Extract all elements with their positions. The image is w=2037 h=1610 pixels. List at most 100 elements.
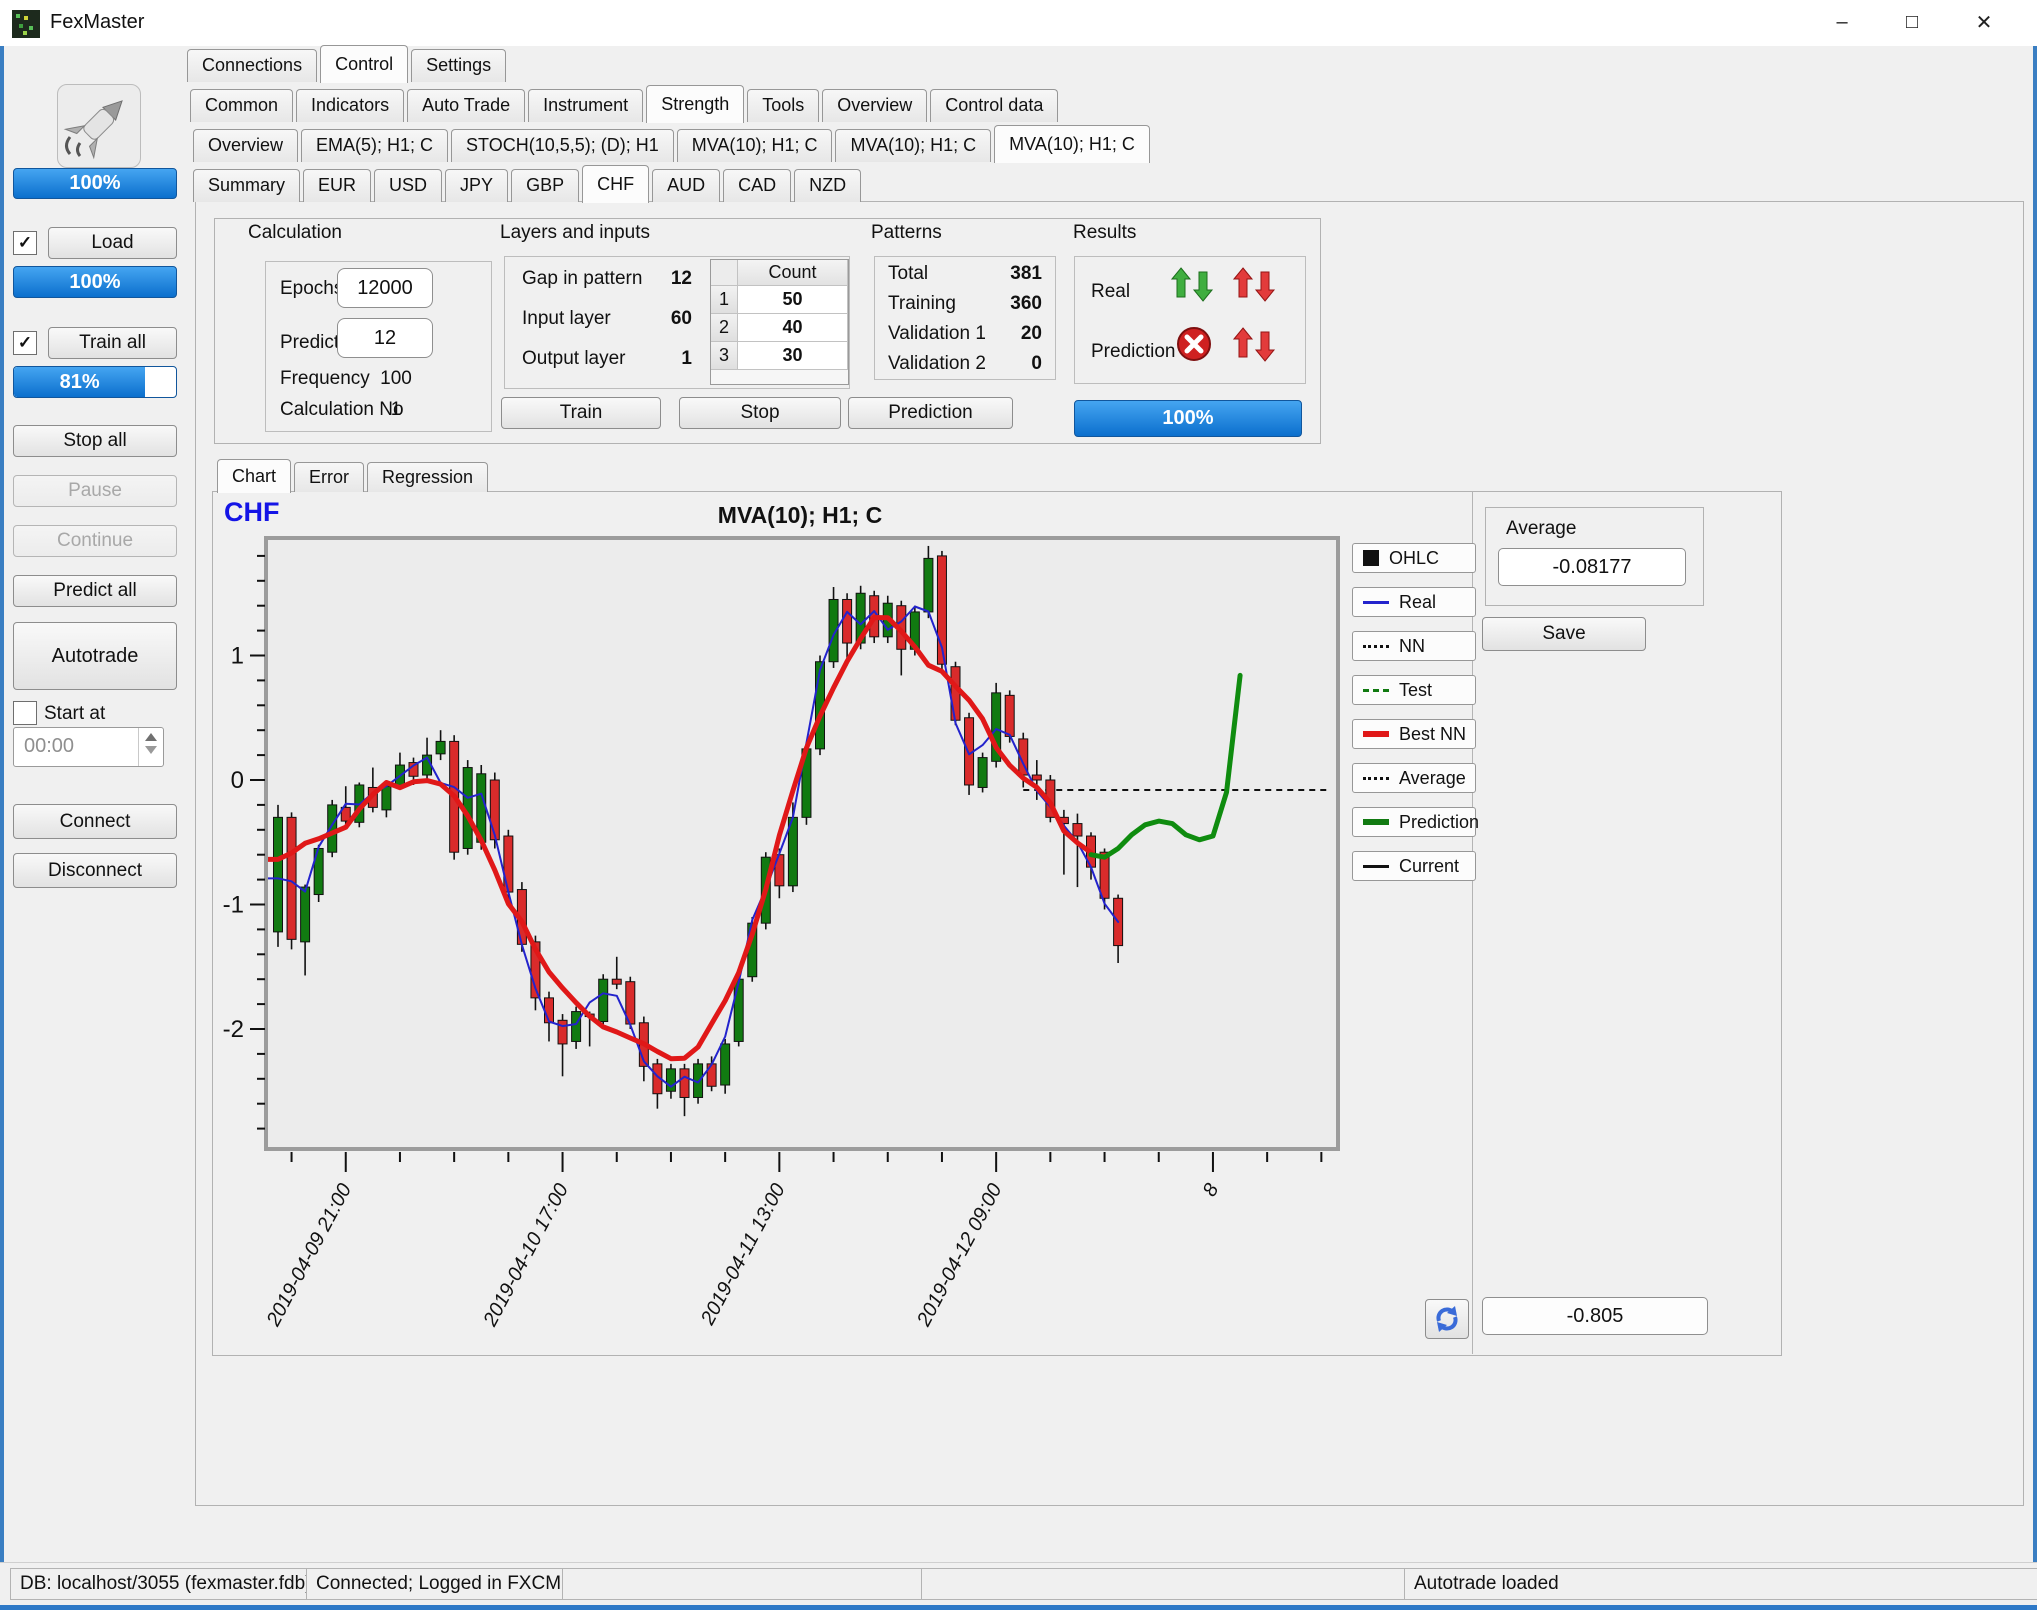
legend-label: Prediction [1399, 812, 1479, 833]
patterns-rows: Total381Training360Validation 120Validat… [875, 257, 1055, 379]
pause-button[interactable]: Pause [13, 475, 177, 507]
tab-indicators[interactable]: Indicators [296, 89, 404, 122]
tab-mva-10-h1-c[interactable]: MVA(10); H1; C [994, 125, 1150, 163]
spin-down-icon[interactable] [145, 746, 157, 754]
red-up-down-arrows-icon [1233, 325, 1279, 363]
app-window: FexMaster – □ ✕ 100% ✓ Load 100% ✓ Train… [0, 0, 2037, 1610]
tab-instrument[interactable]: Instrument [528, 89, 643, 122]
start-time-spinner[interactable]: 00:00 [13, 727, 164, 767]
tab-common[interactable]: Common [190, 89, 293, 122]
legend-item-ohlc[interactable]: OHLC [1352, 543, 1476, 573]
tab-mva-10-h1-c[interactable]: MVA(10); H1; C [835, 129, 991, 162]
tab-overview[interactable]: Overview [822, 89, 927, 122]
tab-usd[interactable]: USD [374, 169, 442, 202]
train-all-button[interactable]: Train all [48, 327, 177, 359]
layers-rows: Gap in pattern12Input layer60Output laye… [509, 259, 705, 379]
train-progress-fill: 81% [14, 367, 145, 397]
count-row-1: 150 [711, 286, 848, 314]
status-panel-3 [921, 1568, 1406, 1600]
load-checkbox[interactable]: ✓ [13, 231, 37, 255]
tab-control-data[interactable]: Control data [930, 89, 1058, 122]
patterns-title: Patterns [871, 222, 942, 244]
start-at-checkbox[interactable] [13, 701, 37, 725]
count-value-cell[interactable]: 30 [738, 342, 848, 370]
legend-label: Best NN [1399, 724, 1466, 745]
predictions-input[interactable]: 12 [337, 318, 433, 358]
save-button[interactable]: Save [1482, 617, 1646, 651]
test-swatch-icon [1363, 689, 1389, 692]
legend-item-current[interactable]: Current [1352, 851, 1476, 881]
status-panel-connected-logged-in-fxcm: Connected; Logged in FXCM [306, 1568, 574, 1600]
count-row-index: 2 [711, 314, 738, 342]
maximize-button[interactable]: □ [1889, 4, 1935, 40]
count-header[interactable]: Count [738, 260, 848, 286]
tab-nzd[interactable]: NZD [794, 169, 861, 202]
load-button[interactable]: Load [48, 227, 177, 259]
legend-item-best-nn[interactable]: Best NN [1352, 719, 1476, 749]
app-icon [12, 10, 40, 38]
tab-settings[interactable]: Settings [411, 49, 506, 82]
tab-summary[interactable]: Summary [193, 169, 300, 202]
epochs-input[interactable]: 12000 [337, 268, 433, 308]
count-value-cell[interactable]: 40 [738, 314, 848, 342]
tab-auto-trade[interactable]: Auto Trade [407, 89, 525, 122]
tab-chf[interactable]: CHF [582, 165, 649, 203]
tab-overview[interactable]: Overview [193, 129, 298, 162]
connect-button[interactable]: Connect [13, 804, 177, 839]
title-bar: FexMaster – □ ✕ [0, 0, 2037, 46]
tab-aud[interactable]: AUD [652, 169, 720, 202]
average-value-box[interactable]: -0.08177 [1498, 548, 1686, 586]
spinner-arrows[interactable] [138, 728, 163, 766]
svg-text:2019-04-12 09:00: 2019-04-12 09:00 [913, 1180, 1007, 1331]
close-button[interactable]: ✕ [1961, 4, 2007, 40]
window-frame [2033, 46, 2037, 1610]
tab-strength[interactable]: Strength [646, 85, 744, 123]
main-tabs: ConnectionsControlSettings [187, 44, 509, 82]
train-button[interactable]: Train [501, 397, 661, 429]
legend-label: Real [1399, 592, 1436, 613]
count-row-index: 1 [711, 286, 738, 314]
svg-text:2019-04-11 13:00: 2019-04-11 13:00 [696, 1180, 789, 1329]
prediction-button[interactable]: Prediction [848, 397, 1013, 429]
tab-ema-5-h1-c[interactable]: EMA(5); H1; C [301, 129, 448, 162]
count-value-cell[interactable]: 50 [738, 286, 848, 314]
predict-all-button[interactable]: Predict all [13, 575, 177, 607]
legend-item-real[interactable]: Real [1352, 587, 1476, 617]
strength-chart: -2-1012019-04-09 21:002019-04-10 17:0020… [212, 495, 1472, 1355]
minimize-button[interactable]: – [1819, 4, 1865, 40]
prediction-swatch-icon [1363, 819, 1389, 825]
tab-cad[interactable]: CAD [723, 169, 791, 202]
tab-chart[interactable]: Chart [217, 459, 291, 493]
autotrade-button[interactable]: Autotrade [13, 622, 177, 690]
tab-error[interactable]: Error [294, 462, 364, 492]
patterns-row-validation-2: Validation 20 [875, 349, 1055, 379]
stop-all-button[interactable]: Stop all [13, 425, 177, 457]
train-all-checkbox[interactable]: ✓ [13, 331, 37, 355]
average-swatch-icon [1363, 777, 1389, 780]
count-table[interactable]: Count150240330 [710, 259, 849, 385]
indicator-tabs: OverviewEMA(5); H1; CSTOCH(10,5,5); (D);… [193, 124, 1153, 162]
refresh-button[interactable] [1425, 1299, 1469, 1339]
tab-eur[interactable]: EUR [303, 169, 371, 202]
tab-connections[interactable]: Connections [187, 49, 317, 82]
tab-tools[interactable]: Tools [747, 89, 819, 122]
current-value-box[interactable]: -0.805 [1482, 1297, 1708, 1335]
legend-item-prediction[interactable]: Prediction [1352, 807, 1476, 837]
controls-panel: Calculation Epochs 12000 Predictions 12 … [214, 218, 1321, 444]
layers-title: Layers and inputs [500, 222, 650, 244]
real-swatch-icon [1363, 601, 1389, 604]
continue-button[interactable]: Continue [13, 525, 177, 557]
stop-button[interactable]: Stop [679, 397, 841, 429]
tab-control[interactable]: Control [320, 45, 408, 83]
tab-mva-10-h1-c[interactable]: MVA(10); H1; C [677, 129, 833, 162]
legend-item-nn[interactable]: NN [1352, 631, 1476, 661]
spin-up-icon[interactable] [145, 733, 157, 741]
legend-item-average[interactable]: Average [1352, 763, 1476, 793]
tab-jpy[interactable]: JPY [445, 169, 508, 202]
disconnect-button[interactable]: Disconnect [13, 853, 177, 888]
tab-regression[interactable]: Regression [367, 462, 488, 492]
patterns-row-total: Total381 [875, 259, 1055, 289]
tab-stoch-10-5-5-d-h1[interactable]: STOCH(10,5,5); (D); H1 [451, 129, 674, 162]
legend-item-test[interactable]: Test [1352, 675, 1476, 705]
tab-gbp[interactable]: GBP [511, 169, 579, 202]
